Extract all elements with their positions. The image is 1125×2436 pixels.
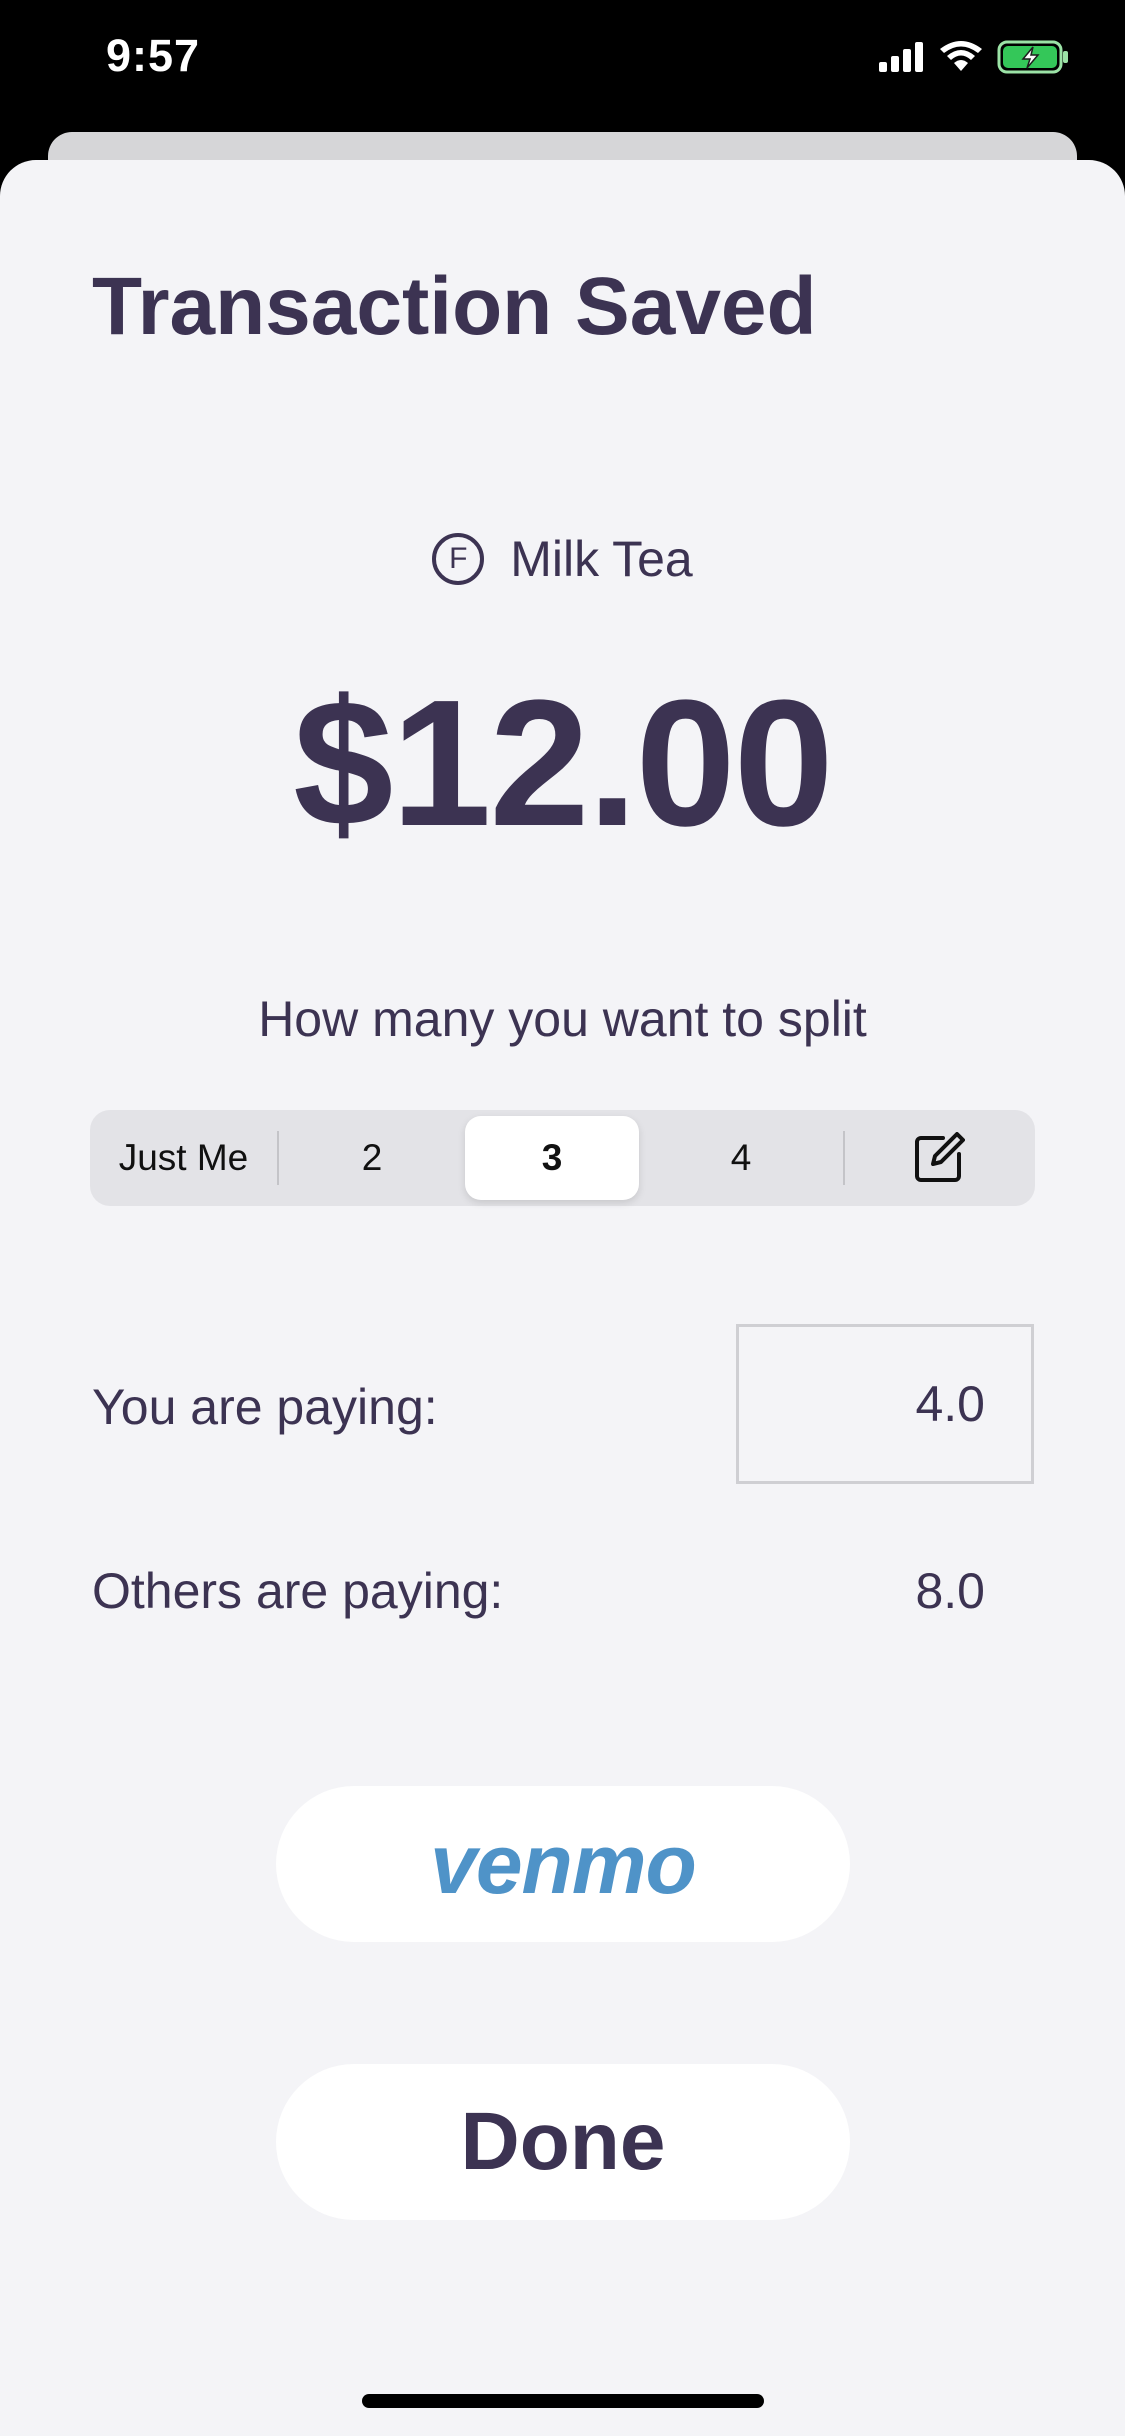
split-option-3[interactable]: 3 bbox=[465, 1116, 639, 1200]
battery-charging-icon bbox=[997, 40, 1068, 74]
status-icons bbox=[879, 40, 1069, 74]
transaction-sheet: Transaction Saved F Milk Tea $12.00 How … bbox=[0, 160, 1125, 2436]
split-option-2[interactable]: 2 bbox=[279, 1116, 465, 1200]
circled-f-icon: F bbox=[432, 533, 485, 585]
done-label: Done bbox=[460, 2096, 666, 2187]
status-bar: 9:57 bbox=[0, 0, 1125, 130]
split-count-selector: Just Me 2 3 4 bbox=[90, 1110, 1035, 1206]
merchant-name: Milk Tea bbox=[510, 531, 693, 587]
split-prompt: How many you want to split bbox=[258, 991, 867, 1047]
home-indicator bbox=[362, 2394, 764, 2408]
status-time: 9:57 bbox=[106, 30, 201, 81]
you-paying-label: You are paying: bbox=[92, 1379, 438, 1435]
page-title: Transaction Saved bbox=[92, 261, 817, 352]
wifi-icon bbox=[940, 41, 982, 71]
venmo-button[interactable]: venmo bbox=[276, 1786, 850, 1942]
compose-icon bbox=[915, 1132, 965, 1182]
transaction-amount: $12.00 bbox=[293, 663, 834, 864]
cellular-signal-icon bbox=[879, 42, 923, 72]
done-button[interactable]: Done bbox=[276, 2064, 850, 2220]
venmo-logo: venmo bbox=[430, 1816, 697, 1911]
split-option-just-me[interactable]: Just Me bbox=[90, 1116, 277, 1200]
split-option-custom[interactable] bbox=[845, 1116, 1033, 1200]
you-paying-input[interactable] bbox=[736, 1324, 1034, 1484]
others-paying-label: Others are paying: bbox=[92, 1563, 504, 1619]
split-option-4[interactable]: 4 bbox=[639, 1116, 843, 1200]
merchant-row: F Milk Tea bbox=[0, 530, 1125, 588]
others-paying-value: 8.0 bbox=[915, 1563, 985, 1619]
